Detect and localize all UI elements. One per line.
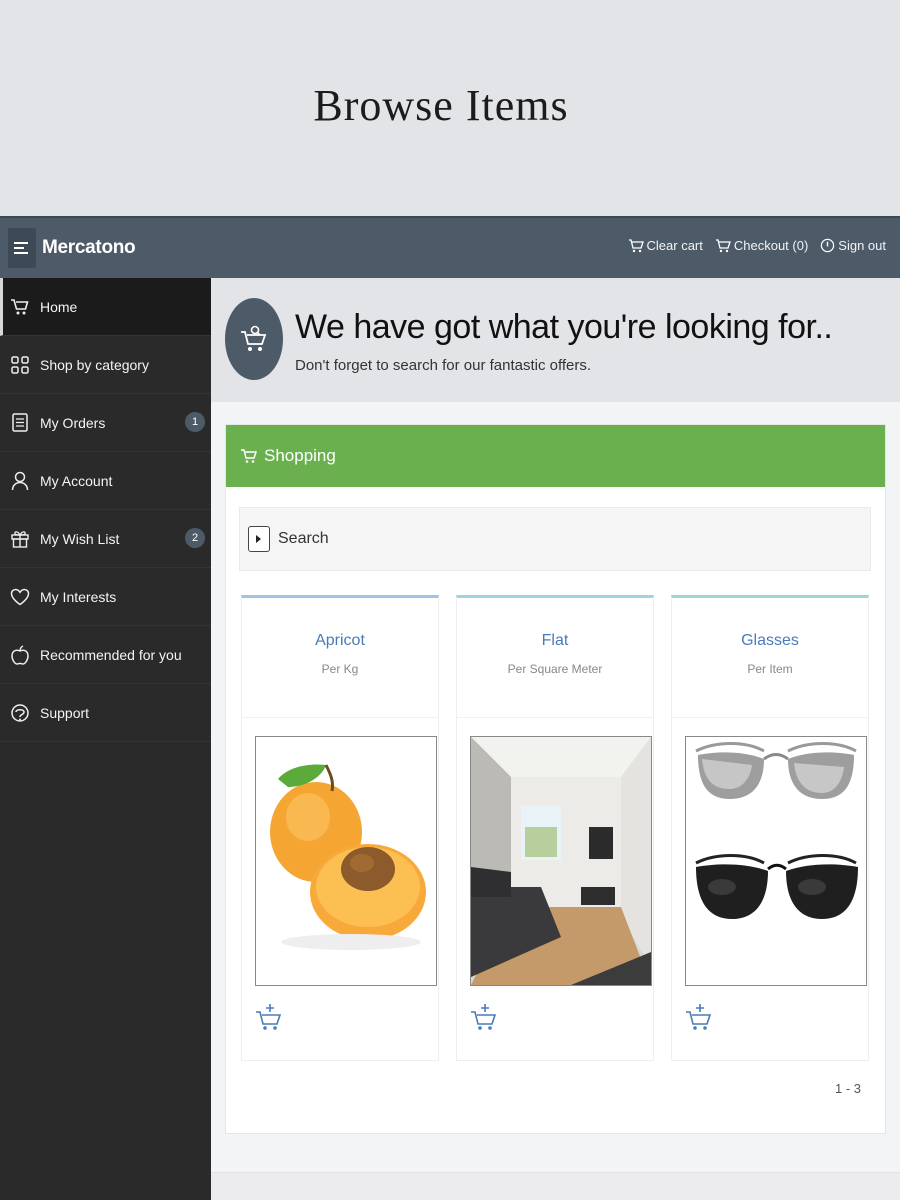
pagination-info: 1 - 3 [834,1081,861,1096]
product-unit: Per Kg [321,662,359,676]
hero-section: We have got what you're looking for.. Do… [211,278,900,402]
gift-icon [10,529,30,549]
product-image-apricot[interactable] [255,736,437,986]
power-icon [821,238,835,253]
clear-cart-button[interactable]: Clear cart [628,238,703,253]
sidebar-item-label: Recommended for you [40,646,182,663]
sidebar-item-my-account[interactable]: My Account [0,452,211,510]
add-cart-icon [471,1004,497,1030]
footer-strip [211,1172,900,1200]
product-card-flat: Flat Per Square Meter [456,595,654,1061]
document-icon [10,413,30,433]
sidebar-item-label: My Account [40,472,113,489]
add-to-cart-button[interactable] [685,1003,713,1035]
add-to-cart-button[interactable] [255,1003,283,1035]
card-header: Glasses Per Item [672,598,868,718]
caret-right-icon [256,535,261,543]
sidebar-item-label: My Interests [40,588,117,605]
product-grid: Apricot Per Kg Flat Per Square Meter Gla… [241,595,871,1061]
top-actions: Clear cart Checkout (0) Sign out [628,238,886,253]
hero-subtitle: Don't forget to search for our fantastic… [295,357,592,374]
sidebar-item-label: Home [40,298,78,315]
cart-icon [628,238,644,252]
search-label: Search [278,530,329,547]
sidebar-item-my-wish-list[interactable]: My Wish List 2 [0,510,211,568]
hamburger-icon [14,242,28,254]
grid-icon [10,355,30,375]
product-name[interactable]: Glasses [672,632,868,650]
search-toggle-bar[interactable]: Search [239,507,871,571]
user-icon [10,471,30,491]
sidebar-item-label: Support [40,704,90,721]
sign-out-button[interactable]: Sign out [820,238,886,253]
product-card-apricot: Apricot Per Kg [241,595,439,1061]
top-banner: Browse Items [0,0,900,216]
sidebar-item-home[interactable]: Home [0,278,211,336]
product-image-glasses[interactable] [685,736,867,986]
top-bar: Mercatono Clear cart Checkout (0) Sign o… [0,216,900,278]
support-icon [10,703,30,723]
cart-icon [715,238,731,252]
add-cart-icon [686,1004,712,1030]
hero-title: We have got what you're looking for.. [295,308,833,346]
sidebar-item-my-orders[interactable]: My Orders 1 [0,394,211,452]
sidebar-item-recommended[interactable]: Recommended for you [0,626,211,684]
cart-icon [10,297,30,317]
sidebar-item-label: Shop by category [40,356,149,373]
wish-list-badge: 2 [185,528,205,548]
apple-icon [10,644,30,665]
menu-button[interactable] [8,228,36,268]
sidebar-item-my-interests[interactable]: My Interests [0,568,211,626]
content-area: Shopping Search Apricot Per Kg Flat Per … [211,402,900,1200]
shopping-panel: Shopping Search Apricot Per Kg Flat Per … [225,424,886,1134]
card-header: Flat Per Square Meter [457,598,653,718]
banner-title: Browse Items [313,81,569,130]
brand-name[interactable]: Mercatono [42,237,136,259]
product-unit: Per Item [747,662,793,676]
product-name[interactable]: Flat [457,632,653,650]
shopping-header: Shopping [226,425,885,487]
product-unit: Per Square Meter [507,662,603,676]
expand-search-button[interactable] [248,526,270,552]
checkout-button[interactable]: Checkout (0) [715,238,808,253]
product-card-glasses: Glasses Per Item [671,595,869,1061]
sidebar-item-label: My Wish List [40,530,120,547]
sidebar-item-shop-by-category[interactable]: Shop by category [0,336,211,394]
app-window: Mercatono Clear cart Checkout (0) Sign o… [0,216,900,1200]
sidebar-item-support[interactable]: Support [0,684,211,742]
main-content: We have got what you're looking for.. Do… [211,278,900,1200]
search-cart-icon [225,298,283,380]
card-header: Apricot Per Kg [242,598,438,718]
sidebar: Home Shop by category My Orders 1 My Acc… [0,278,211,1200]
cart-icon [241,449,258,463]
product-image-flat[interactable] [470,736,652,986]
checkout-label: Checkout (0) [733,238,809,253]
shopping-title: Shopping [264,446,336,465]
sidebar-item-label: My Orders [40,414,106,431]
sign-out-label: Sign out [838,238,886,253]
add-to-cart-button[interactable] [470,1003,498,1035]
product-name[interactable]: Apricot [242,632,438,650]
heart-icon [10,587,30,607]
orders-badge: 1 [185,412,205,432]
add-cart-icon [256,1004,282,1030]
clear-cart-label: Clear cart [646,238,703,253]
